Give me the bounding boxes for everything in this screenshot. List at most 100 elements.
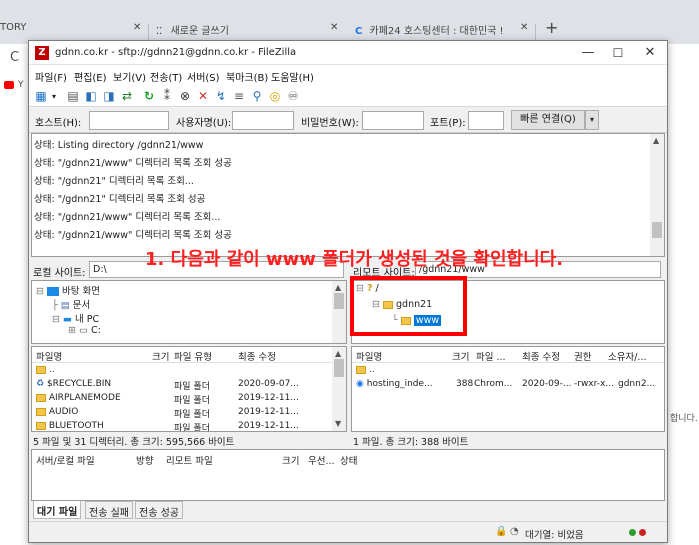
file-type: 파일 폴더	[174, 410, 210, 420]
port-label: 포트(P):	[430, 118, 466, 129]
scroll-thumb[interactable]	[652, 222, 662, 238]
collapse-icon[interactable]: ⊟	[36, 286, 44, 297]
file-name: AUDIO	[48, 407, 79, 417]
cancel-icon[interactable]: ⊗	[177, 88, 193, 104]
toggle-local-tree-icon[interactable]: ◧	[83, 88, 99, 104]
log-line: 상태: Listing directory /gdnn21/www	[34, 140, 204, 151]
column-header[interactable]: 파일 유형	[174, 349, 212, 363]
window-title: gdnn.co.kr - sftp://gdnn21@gdnn.co.kr - …	[55, 47, 297, 58]
menu-help[interactable]: 도움말(H)	[271, 69, 314, 84]
quickconnect-button[interactable]: 빠른 연결(Q)	[511, 110, 585, 130]
queue-status: 대기열: 비었음	[525, 530, 584, 541]
filter-icon[interactable]: ⚲	[249, 88, 265, 104]
tree-label: 바탕 화면	[62, 286, 101, 297]
folder-icon	[356, 365, 366, 374]
table-row[interactable]: AUDIO 파일 폴더 2019-12-11...	[36, 407, 326, 420]
tree-item-this-pc[interactable]: ⊟ ▬ 내 PC	[52, 311, 99, 325]
column-header[interactable]: 방향	[136, 453, 153, 467]
log-scrollbar[interactable]: ▲	[650, 134, 664, 256]
user-input[interactable]	[232, 111, 294, 130]
local-list-scrollbar[interactable]: ▲ ▼	[332, 347, 346, 431]
new-tab-button[interactable]: +	[545, 18, 558, 40]
port-input[interactable]	[468, 111, 504, 130]
column-header[interactable]: 크기	[152, 349, 169, 363]
transfer-queue-icon[interactable]: ⇄	[119, 88, 135, 104]
column-header[interactable]: 파일명	[36, 349, 62, 363]
column-header[interactable]: 소유자/...	[608, 349, 646, 363]
table-row[interactable]: ◉ hosting_inde... 388 Chrom... 2020-09-.…	[356, 379, 662, 389]
close-window-icon[interactable]: ✕	[633, 41, 667, 65]
file-permissions: -rwxr-x...	[574, 379, 614, 389]
tab-failed-transfers[interactable]: 전송 실패	[85, 501, 133, 519]
table-row[interactable]: ♻ $RECYCLE.BIN 파일 폴더 2020-09-07...	[36, 379, 326, 392]
file-date: 2020-09-07...	[238, 379, 299, 389]
menu-edit[interactable]: 편집(E)	[74, 69, 107, 84]
documents-icon: ▤	[60, 300, 70, 311]
table-row[interactable]: ..	[356, 365, 375, 375]
expand-icon[interactable]: ⊞	[68, 325, 76, 336]
column-header[interactable]: 최종 수정	[522, 349, 560, 363]
collapse-icon[interactable]: ⊟	[52, 314, 60, 325]
highlight-box	[350, 276, 467, 336]
column-header[interactable]: 파일 ...	[476, 349, 506, 363]
column-header[interactable]: 권한	[574, 349, 591, 363]
local-tree-scrollbar[interactable]: ▲	[332, 281, 346, 343]
tree-item-desktop[interactable]: ⊟ 바탕 화면	[36, 283, 100, 297]
menu-file[interactable]: 파일(F)	[35, 69, 67, 84]
maximize-icon[interactable]: ☐	[601, 41, 635, 65]
tree-label: 내 PC	[75, 314, 100, 325]
browser-tab[interactable]: TORY	[0, 22, 26, 44]
refresh-icon[interactable]: ↻	[141, 88, 157, 104]
tab-queued-files[interactable]: 대기 파일	[33, 501, 82, 519]
column-header[interactable]: 우선...	[308, 453, 335, 467]
column-header[interactable]: 상태	[340, 453, 357, 467]
disconnect-icon[interactable]: ✕	[195, 88, 211, 104]
password-input[interactable]	[362, 111, 424, 130]
tree-item-documents[interactable]: ├ ▤ 문서	[52, 297, 90, 311]
toggle-log-icon[interactable]: ▤	[65, 88, 81, 104]
tab-favicon-icon: ⁚⁚	[156, 26, 163, 37]
directory-compare-icon[interactable]: ≡	[231, 88, 247, 104]
tree-item-c-drive[interactable]: ⊞ ▭ C:	[68, 325, 101, 336]
dropdown-arrow-icon[interactable]: ▾	[49, 88, 59, 104]
scroll-up-icon[interactable]: ▲	[335, 349, 341, 358]
quickconnect-dropdown-icon[interactable]: ▾	[585, 110, 599, 130]
file-date: 2019-12-11...	[238, 393, 299, 403]
search-icon[interactable]: ♾	[285, 88, 301, 104]
scroll-thumb[interactable]	[334, 293, 344, 309]
minimize-icon[interactable]: —	[571, 41, 605, 65]
site-manager-icon[interactable]: ▦	[33, 88, 49, 104]
file-name: $RECYCLE.BIN	[46, 379, 112, 389]
remote-status: 1 파일. 총 크기: 388 바이트	[353, 437, 469, 448]
table-row[interactable]: BLUETOOTH 파일 폴더 2019-12-11...	[36, 421, 326, 431]
file-name: ..	[368, 365, 375, 375]
reconnect-icon[interactable]: ↯	[213, 88, 229, 104]
log-line: 상태: "/gdnn21/www" 디렉터리 목록 조회 성공	[34, 158, 232, 169]
scroll-thumb[interactable]	[334, 359, 344, 377]
youtube-icon[interactable]	[4, 81, 14, 89]
column-header[interactable]: 크기	[452, 349, 469, 363]
tab-label: 새로운 글쓰기	[170, 26, 229, 37]
process-queue-icon[interactable]: ⁑	[159, 88, 175, 104]
tab-favicon-icon: C	[355, 26, 363, 37]
tab-successful-transfers[interactable]: 전송 성공	[135, 501, 183, 519]
host-input[interactable]	[89, 111, 169, 130]
column-header[interactable]: 리모트 파일	[166, 453, 213, 467]
menu-server[interactable]: 서버(S)	[187, 69, 220, 84]
table-row[interactable]: ..	[36, 365, 55, 375]
menu-view[interactable]: 보기(V)	[113, 69, 146, 84]
menu-bookmarks[interactable]: 북마크(B)	[226, 69, 268, 84]
table-row[interactable]: AIRPLANEMODE 파일 폴더 2019-12-11...	[36, 393, 326, 406]
column-header[interactable]: 크기	[282, 453, 299, 467]
sync-browse-icon[interactable]: ◎	[267, 88, 283, 104]
title-bar: Z gdnn.co.kr - sftp://gdnn21@gdnn.co.kr …	[29, 41, 667, 65]
column-header[interactable]: 서버/로컬 파일	[36, 453, 95, 467]
scroll-up-icon[interactable]: ▲	[653, 136, 659, 145]
column-header[interactable]: 최종 수정	[238, 349, 276, 363]
menu-transfer[interactable]: 전송(T)	[150, 69, 182, 84]
reload-icon[interactable]: C	[10, 50, 19, 65]
column-header[interactable]: 파일명	[356, 349, 382, 363]
toggle-remote-tree-icon[interactable]: ◨	[101, 88, 117, 104]
scroll-down-icon[interactable]: ▼	[335, 419, 341, 428]
scroll-up-icon[interactable]: ▲	[335, 283, 341, 292]
